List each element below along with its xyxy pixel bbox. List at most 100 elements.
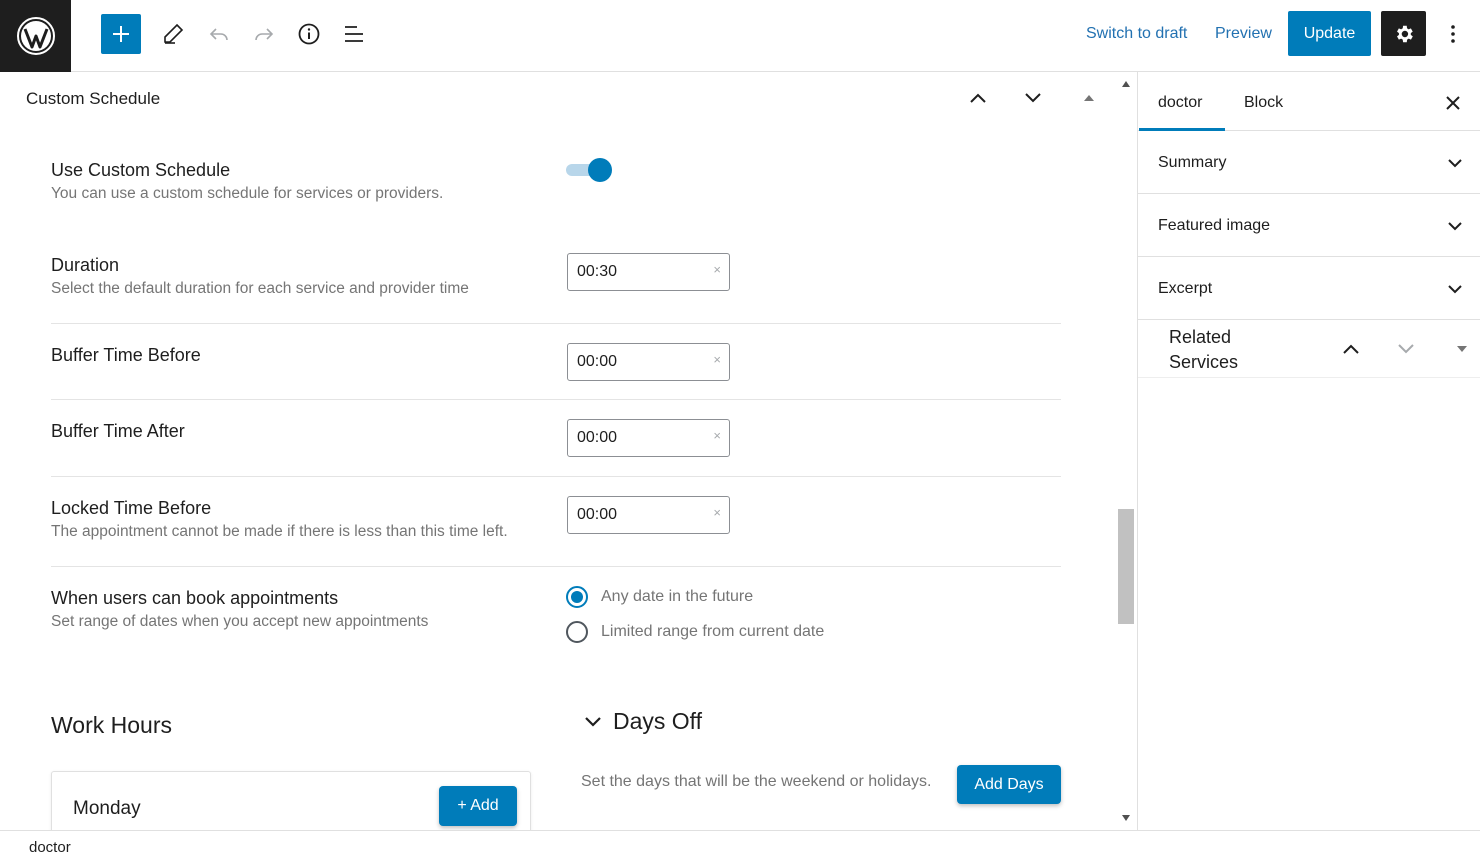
close-sidebar-button[interactable]: [1441, 91, 1465, 115]
booking-range-label: When users can book appointments: [51, 588, 339, 608]
radio-any-date-label: Any date in the future: [601, 588, 754, 605]
panel-label: Excerpt: [1158, 280, 1213, 297]
switch-to-draft-button[interactable]: Switch to draft: [1086, 25, 1187, 43]
chevron-up-icon: [1343, 344, 1359, 354]
close-icon: [1446, 96, 1460, 110]
day-name: Monday: [73, 798, 141, 819]
locked-before-input[interactable]: 00:00 ×: [567, 496, 730, 534]
undo-icon: [209, 28, 228, 41]
preview-button[interactable]: Preview: [1215, 25, 1272, 43]
info-icon: [298, 23, 320, 45]
buffer-before-value: 00:00: [577, 353, 618, 370]
sidebar-panel-summary[interactable]: Summary: [1138, 131, 1480, 194]
radio-limited-range-label: Limited range from current date: [601, 623, 825, 640]
day-card-monday: Monday + Add: [51, 771, 531, 830]
clear-icon[interactable]: ×: [713, 428, 721, 443]
buffer-after-input[interactable]: 00:00 ×: [567, 419, 730, 457]
booking-range-description: Set range of dates when you accept new a…: [51, 613, 429, 630]
use-custom-schedule-description: You can use a custom schedule for servic…: [51, 185, 444, 202]
radio-limited-range[interactable]: Limited range from current date: [566, 621, 824, 643]
caret-up-icon: [1084, 95, 1094, 101]
divider: [51, 323, 1061, 324]
scrollbar-thumb[interactable]: [1118, 509, 1134, 624]
details-button[interactable]: [289, 14, 329, 54]
radio-any-date[interactable]: Any date in the future: [566, 586, 753, 608]
panel-label: Summary: [1158, 154, 1227, 171]
days-off-toggle[interactable]: Days Off: [584, 708, 702, 735]
list-view-button[interactable]: [334, 14, 374, 54]
divider: [51, 399, 1061, 400]
sidebar-tabs: doctor Block: [1138, 72, 1480, 131]
options-button[interactable]: [1440, 17, 1466, 51]
editor-header: Switch to draft Preview Update: [0, 0, 1480, 72]
related-services-title: Related Services: [1169, 327, 1239, 372]
add-hours-button[interactable]: + Add: [439, 786, 517, 826]
wordpress-logo-icon[interactable]: [0, 0, 71, 72]
duration-value: 00:30: [577, 263, 618, 280]
chevron-down-icon: [585, 716, 601, 727]
divider: [51, 476, 1061, 477]
toggle-panel-button[interactable]: [1450, 337, 1474, 361]
meta-box-title: Custom Schedule: [26, 89, 161, 108]
buffer-before-input[interactable]: 00:00 ×: [567, 343, 730, 381]
redo-button[interactable]: [244, 14, 284, 54]
duration-description: Select the default duration for each ser…: [51, 280, 469, 297]
tab-doctor[interactable]: doctor: [1158, 94, 1202, 112]
buffer-before-label: Buffer Time Before: [51, 345, 201, 365]
block-breadcrumb-bar: doctor: [0, 830, 1480, 858]
locked-before-description: The appointment cannot be made if there …: [51, 523, 508, 540]
days-off-description: Set the days that will be the weekend or…: [581, 773, 932, 790]
list-view-icon: [345, 26, 363, 42]
tab-block[interactable]: Block: [1244, 94, 1283, 112]
scrollbar[interactable]: [1116, 72, 1137, 830]
move-down-button[interactable]: [1021, 86, 1045, 110]
chevron-down-icon: [1398, 344, 1414, 354]
clear-icon[interactable]: ×: [713, 262, 721, 277]
gear-icon: [1396, 25, 1413, 42]
settings-sidebar: doctor Block Summary Featured image Exce…: [1137, 72, 1480, 830]
plus-icon: [113, 26, 129, 42]
buffer-after-label: Buffer Time After: [51, 421, 185, 441]
breadcrumb-item[interactable]: doctor: [29, 839, 71, 856]
duration-input[interactable]: 00:30 ×: [567, 253, 730, 291]
sidebar-panel-featured-image[interactable]: Featured image: [1138, 194, 1480, 257]
move-down-button[interactable]: [1394, 337, 1418, 361]
editor-content: Custom Schedule Use Custom Schedule You …: [0, 72, 1116, 830]
more-vertical-icon: [1451, 25, 1455, 43]
radio-button[interactable]: [566, 586, 588, 608]
chevron-down-icon: [1443, 214, 1467, 238]
clear-icon[interactable]: ×: [713, 352, 721, 367]
move-up-button[interactable]: [966, 86, 990, 110]
add-days-button[interactable]: Add Days: [957, 765, 1061, 804]
pencil-icon: [164, 23, 184, 44]
update-button[interactable]: Update: [1288, 11, 1371, 56]
sidebar-panel-excerpt[interactable]: Excerpt: [1138, 257, 1480, 320]
use-custom-schedule-label: Use Custom Schedule: [51, 160, 231, 180]
radio-button[interactable]: [566, 621, 588, 643]
buffer-after-value: 00:00: [577, 429, 618, 446]
use-custom-schedule-toggle[interactable]: [566, 157, 612, 183]
duration-label: Duration: [51, 255, 120, 275]
chevron-down-icon: [1025, 93, 1041, 103]
chevron-down-icon: [1443, 151, 1467, 175]
toggle-panel-button[interactable]: [1077, 86, 1101, 110]
chevron-up-icon: [970, 93, 986, 103]
redo-icon: [255, 28, 274, 41]
locked-before-label: Locked Time Before: [51, 498, 212, 518]
undo-button[interactable]: [199, 14, 239, 54]
related-services-panel: Related Services: [1138, 320, 1480, 378]
scroll-down-arrow-icon[interactable]: [1122, 815, 1130, 821]
panel-label: Featured image: [1158, 217, 1271, 234]
edit-tools-button[interactable]: [153, 14, 193, 54]
scroll-up-arrow-icon[interactable]: [1122, 81, 1130, 87]
work-hours-title: Work Hours: [51, 712, 172, 738]
settings-button[interactable]: [1381, 11, 1426, 56]
caret-down-icon: [1457, 346, 1467, 352]
locked-before-value: 00:00: [577, 506, 618, 523]
divider: [51, 566, 1061, 567]
move-up-button[interactable]: [1339, 337, 1363, 361]
add-block-button[interactable]: [101, 14, 141, 54]
chevron-down-icon: [1443, 277, 1467, 301]
clear-icon[interactable]: ×: [713, 505, 721, 520]
days-off-title: Days Off: [613, 708, 703, 734]
